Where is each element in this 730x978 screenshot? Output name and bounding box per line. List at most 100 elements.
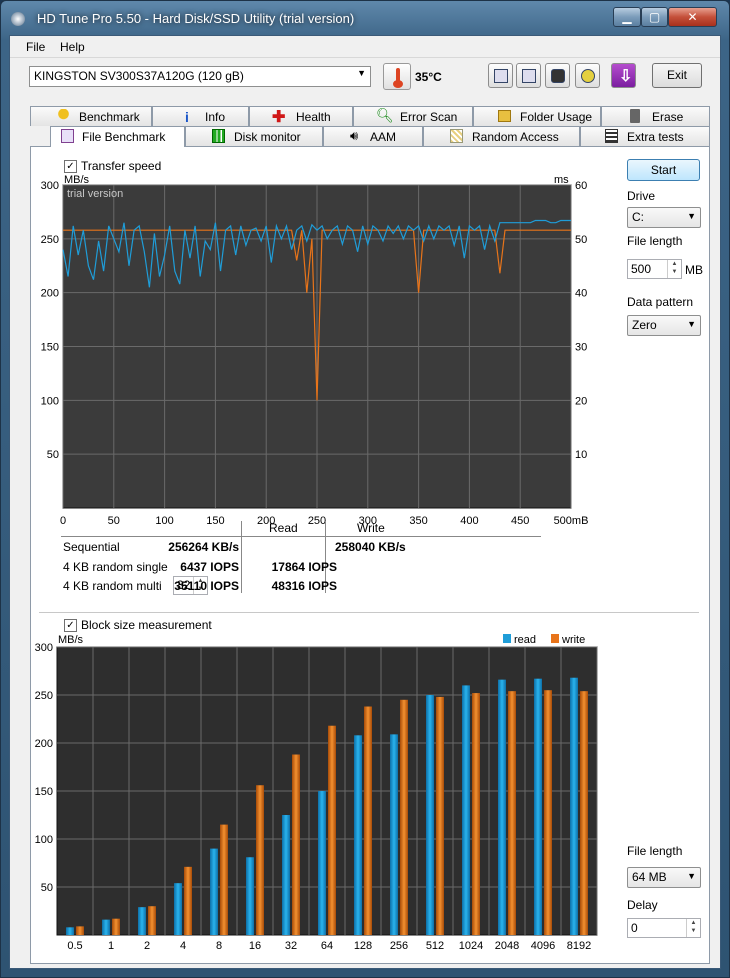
read-bar [282, 815, 290, 935]
write-bar [544, 690, 552, 935]
file-length-input[interactable]: 500 ▲ ▼ [627, 259, 682, 279]
y-tick-label: 300 [41, 180, 59, 192]
write-bar [292, 754, 300, 935]
random-multi-write-value: 48316 IOPS [271, 579, 337, 593]
lightbulb-icon [57, 109, 70, 123]
tab-random-access[interactable]: Random Access [423, 126, 580, 146]
x-tick-label: 256 [390, 940, 408, 952]
read-bar [462, 685, 470, 935]
copy-all-button[interactable] [516, 63, 541, 88]
block-size-chart: MB/s read write 50 100 150 200 250 300 0.5 1 2 4 8… [35, 634, 598, 952]
drive-dropdown[interactable]: KINGSTON SV300S37A120G (120 gB) ▼ [29, 66, 371, 87]
drive-letter-dropdown[interactable]: C: ▼ [627, 207, 701, 228]
block-file-length-dropdown[interactable]: 64 MB ▼ [627, 867, 701, 888]
y-tick-label: 100 [35, 834, 53, 846]
y-tick-label: 150 [41, 342, 59, 354]
menu-file[interactable]: File [26, 40, 45, 54]
y-unit-label: MB/s [64, 174, 90, 186]
camera-icon [551, 69, 565, 83]
block-file-length-value: 64 MB [632, 870, 667, 884]
down-arrow-icon: ⇩ [619, 68, 633, 85]
menu-help[interactable]: Help [60, 40, 85, 54]
y2-tick-label: 20 [575, 395, 587, 407]
x-tick-label: 4 [180, 940, 186, 952]
sequential-write-value: 258040 KB/s [335, 540, 406, 554]
tab-erase[interactable]: Erase [601, 106, 710, 126]
x-tick-label: 1 [108, 940, 114, 952]
write-bar [472, 693, 480, 935]
file-length-value: 500 [631, 262, 652, 276]
random-single-write-value: 17864 IOPS [271, 560, 337, 574]
read-bar [138, 907, 146, 935]
tab-folder-usage[interactable]: Folder Usage [473, 106, 601, 126]
x-tick-label: 16 [249, 940, 261, 952]
options-button[interactable] [575, 63, 600, 88]
y-tick-label: 100 [41, 395, 59, 407]
tab-error-scan[interactable]: 🔍︎ Error Scan [353, 106, 473, 126]
read-bar [498, 679, 506, 935]
screenshot-button[interactable] [545, 63, 570, 88]
info-icon: i [185, 109, 189, 125]
title-bar[interactable]: HD Tune Pro 5.50 - Hard Disk/SSD Utility… [1, 1, 729, 35]
read-bar [318, 791, 326, 935]
maximize-button[interactable]: ▢ [641, 7, 668, 27]
x-tick-label: 512 [426, 940, 444, 952]
tab-info[interactable]: i Info [152, 106, 249, 126]
data-pattern-label: Data pattern [627, 295, 694, 309]
trial-watermark: trial version [67, 188, 123, 200]
block-file-length-label: File length [627, 844, 683, 858]
row-label-random-multi: 4 KB random multi [63, 579, 162, 593]
read-bar [534, 678, 542, 935]
temperature-readout: 35°C [415, 70, 442, 84]
x-tick-label: 4096 [531, 940, 555, 952]
transfer-speed-chart: MB/s ms trial version 50 10 100 20 150 30 200 4… [41, 174, 589, 525]
exit-button[interactable]: Exit [652, 63, 702, 88]
copy-icon [494, 69, 508, 83]
chevron-down-icon: ▼ [687, 319, 696, 329]
read-bar [174, 883, 182, 935]
data-pattern-dropdown[interactable]: Zero ▼ [627, 315, 701, 336]
read-bar [354, 735, 362, 935]
start-button[interactable]: Start [627, 159, 700, 181]
col-write-header: Write [357, 521, 385, 535]
x-tick-label: 500mB [554, 515, 589, 525]
spinner-arrows-icon[interactable]: ▲ ▼ [667, 260, 681, 278]
block-y-unit-label: MB/s [58, 634, 84, 646]
minimize-button[interactable]: ▁ [613, 7, 641, 27]
extra-tests-icon [605, 129, 618, 143]
toolbar: KINGSTON SV300S37A120G (120 gB) ▼ 35°C ⇩… [10, 58, 720, 96]
tab-aam[interactable]: 🔊︎ AAM [323, 126, 423, 146]
tab-benchmark[interactable]: Benchmark [30, 106, 152, 126]
section-divider [39, 612, 699, 613]
write-bar [184, 866, 192, 935]
drive-letter-value: C: [632, 210, 644, 224]
write-bar [400, 699, 408, 935]
copy-text-button[interactable] [488, 63, 513, 88]
tab-extra-tests[interactable]: Extra tests [580, 126, 710, 146]
write-bar [328, 725, 336, 935]
x-tick-label: 8 [216, 940, 222, 952]
x-tick-label: 8192 [567, 940, 591, 952]
y2-tick-label: 40 [575, 288, 587, 300]
tab-disk-monitor[interactable]: Disk monitor [185, 126, 323, 146]
legend-read-label: read [514, 634, 536, 646]
legend-write-swatch [551, 634, 559, 643]
delay-input[interactable]: 0 ▲ ▼ [627, 918, 701, 938]
app-window: HD Tune Pro 5.50 - Hard Disk/SSD Utility… [0, 0, 730, 978]
file-benchmark-icon [61, 129, 74, 143]
write-bar [220, 824, 228, 935]
x-tick-label: 2 [144, 940, 150, 952]
save-button[interactable]: ⇩ [611, 63, 636, 88]
file-benchmark-panel: ✓ Transfer speed MB/s ms trial version 5… [30, 146, 710, 964]
file-length-unit: MB [685, 263, 703, 277]
spinner-arrows-icon[interactable]: ▲ ▼ [686, 919, 700, 937]
close-button[interactable]: ✕ [668, 7, 717, 27]
y-tick-label: 200 [35, 738, 53, 750]
copy-all-icon [522, 69, 536, 83]
tab-file-benchmark[interactable]: File Benchmark [50, 126, 185, 147]
thermometer-icon [383, 63, 411, 90]
tab-health[interactable]: ✚ Health [249, 106, 353, 126]
menu-bar: File Help [10, 36, 720, 58]
x-tick-label: 0.5 [67, 940, 82, 952]
y-tick-label: 50 [41, 882, 53, 894]
